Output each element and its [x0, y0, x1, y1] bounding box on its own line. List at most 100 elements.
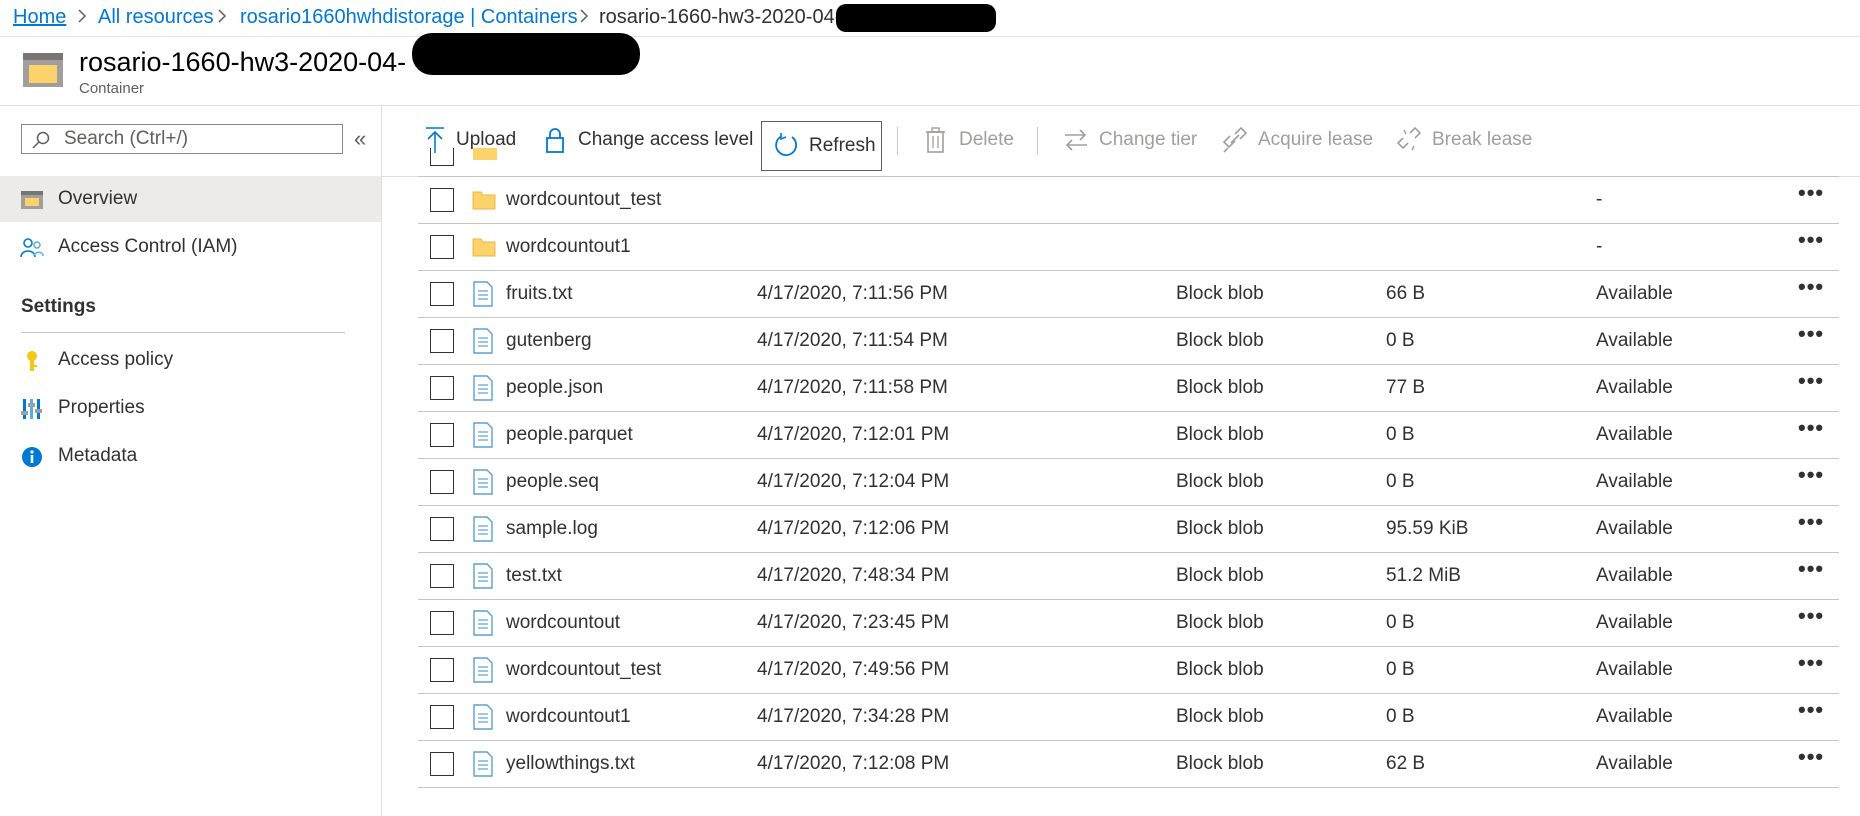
- blob-size: 77 B: [1386, 377, 1426, 398]
- row-checkbox[interactable]: [430, 376, 454, 400]
- lock-icon: [542, 126, 568, 154]
- breadcrumb-all-resources-link[interactable]: All resources: [98, 6, 214, 29]
- more-options-button[interactable]: •••: [1798, 274, 1824, 300]
- blob-name[interactable]: wordcountout: [506, 612, 620, 634]
- row-checkbox[interactable]: [430, 705, 454, 729]
- table-row[interactable]: wordcountout_test 4/17/2020, 7:49:56 PM Bl…: [418, 647, 1839, 694]
- blob-name[interactable]: sample.log: [506, 518, 598, 540]
- sidebar-item-label: Metadata: [58, 445, 138, 466]
- row-checkbox[interactable]: [430, 611, 454, 635]
- table-row[interactable]: sample.log 4/17/2020, 7:12:06 PM Block blo…: [418, 506, 1839, 553]
- breadcrumb-storage-link[interactable]: rosario1660hwhdistorage | Containers: [240, 6, 578, 29]
- table-row[interactable]: fruits.txt 4/17/2020, 7:11:56 PM Block blo…: [418, 271, 1839, 318]
- more-options-button[interactable]: •••: [1798, 227, 1824, 253]
- table-row[interactable]: people.json 4/17/2020, 7:11:58 PM Block bl…: [418, 365, 1839, 412]
- table-row[interactable]: wordcountout_test - •••: [418, 177, 1839, 224]
- swap-icon: [1063, 126, 1089, 154]
- sidebar-item-access-policy[interactable]: Access policy: [0, 337, 381, 383]
- more-options-button[interactable]: •••: [1798, 462, 1824, 488]
- row-checkbox[interactable]: [430, 517, 454, 541]
- table-row[interactable]: people.parquet 4/17/2020, 7:12:01 PM Block…: [418, 412, 1839, 459]
- access-tier: -: [1596, 236, 1603, 257]
- table-row[interactable]: gutenberg 4/17/2020, 7:11:54 PM Block blob…: [418, 318, 1839, 365]
- more-options-button[interactable]: •••: [1798, 603, 1824, 629]
- more-options-button[interactable]: •••: [1798, 321, 1824, 347]
- row-checkbox[interactable]: [430, 148, 454, 166]
- more-options-button[interactable]: •••: [1798, 509, 1824, 535]
- search-icon: [32, 131, 50, 149]
- sidebar-item-metadata[interactable]: Metadata: [0, 433, 381, 479]
- change-tier-button[interactable]: Change tier: [1063, 122, 1203, 158]
- blob-name[interactable]: wordcountout1: [506, 236, 631, 258]
- modified-date: 4/17/2020, 7:12:08 PM: [757, 753, 950, 774]
- modified-date: 4/17/2020, 7:12:06 PM: [757, 518, 950, 539]
- table-row[interactable]: people.seq 4/17/2020, 7:12:04 PM Block blo…: [418, 459, 1839, 506]
- blob-name[interactable]: test.txt: [506, 565, 562, 587]
- row-checkbox[interactable]: [430, 235, 454, 259]
- sidebar-item-access-control[interactable]: Access Control (IAM): [0, 224, 381, 270]
- row-checkbox[interactable]: [430, 188, 454, 212]
- more-options-button[interactable]: •••: [1798, 697, 1824, 723]
- row-checkbox[interactable]: [430, 423, 454, 447]
- blob-name[interactable]: wordcountout1: [506, 706, 631, 728]
- people-icon: [20, 237, 44, 259]
- blob-name[interactable]: people.json: [506, 377, 603, 399]
- table-row[interactable]: wordcountout1 - •••: [418, 224, 1839, 271]
- breadcrumb-home-link[interactable]: Home: [13, 6, 66, 29]
- blob-name[interactable]: wordcountout_test: [506, 189, 661, 211]
- modified-date: 4/17/2020, 7:23:45 PM: [757, 612, 950, 633]
- page-title: rosario-1660-hw3-2020-04-: [79, 47, 407, 77]
- blob-name[interactable]: people.parquet: [506, 424, 633, 446]
- change-access-level-button[interactable]: Change access level: [542, 122, 757, 158]
- more-options-button[interactable]: •••: [1798, 415, 1824, 441]
- more-options-button[interactable]: •••: [1798, 368, 1824, 394]
- search-box[interactable]: [21, 124, 343, 154]
- row-checkbox[interactable]: [430, 564, 454, 588]
- redaction-block: [412, 33, 640, 75]
- access-tier: Available: [1596, 706, 1673, 727]
- resource-header: rosario-1660-hw3-2020-04- Container: [0, 33, 1860, 106]
- blob-size: 51.2 MiB: [1386, 565, 1461, 586]
- row-checkbox[interactable]: [430, 282, 454, 306]
- more-options-button[interactable]: •••: [1798, 556, 1824, 582]
- more-options-button[interactable]: •••: [1798, 180, 1824, 206]
- row-checkbox[interactable]: [430, 752, 454, 776]
- properties-icon: [20, 398, 44, 420]
- search-input[interactable]: [64, 128, 334, 150]
- more-options-button[interactable]: •••: [1798, 650, 1824, 676]
- more-options-button[interactable]: •••: [1798, 744, 1824, 770]
- file-icon: [472, 422, 496, 448]
- blob-type: Block blob: [1176, 612, 1264, 633]
- modified-date: 4/17/2020, 7:11:58 PM: [757, 377, 948, 398]
- blob-name[interactable]: people.seq: [506, 471, 599, 493]
- row-checkbox[interactable]: [430, 658, 454, 682]
- blob-name[interactable]: gutenberg: [506, 330, 592, 352]
- access-tier: Available: [1596, 283, 1673, 304]
- table-row[interactable]: wordcountout1 4/17/2020, 7:34:28 PM Block …: [418, 694, 1839, 741]
- row-checkbox[interactable]: [430, 470, 454, 494]
- table-row[interactable]: yellowthings.txt 4/17/2020, 7:12:08 PM Blo…: [418, 741, 1839, 788]
- blob-type: Block blob: [1176, 706, 1264, 727]
- blob-name[interactable]: wordcountout_test: [506, 659, 661, 681]
- break-lease-button[interactable]: Break lease: [1396, 122, 1536, 158]
- acquire-lease-button[interactable]: Acquire lease: [1222, 122, 1373, 158]
- blob-name[interactable]: fruits.txt: [506, 283, 573, 305]
- access-tier: Available: [1596, 565, 1673, 586]
- sidebar-item-properties[interactable]: Properties: [0, 385, 381, 431]
- table-row[interactable]: test.txt 4/17/2020, 7:48:34 PM Block blob 5…: [418, 553, 1839, 600]
- blob-type: Block blob: [1176, 518, 1264, 539]
- collapse-sidebar-button[interactable]: «: [354, 126, 366, 152]
- chevron-right-icon: [577, 8, 591, 24]
- modified-date: 4/17/2020, 7:11:56 PM: [757, 283, 948, 304]
- modified-date: 4/17/2020, 7:12:01 PM: [757, 424, 950, 445]
- folder-icon: [472, 187, 496, 213]
- blob-name[interactable]: yellowthings.txt: [506, 753, 635, 775]
- blob-type: Block blob: [1176, 330, 1264, 351]
- table-row[interactable]: wordcountout 4/17/2020, 7:23:45 PM Block b…: [418, 600, 1839, 647]
- row-checkbox[interactable]: [430, 329, 454, 353]
- modified-date: 4/17/2020, 7:49:56 PM: [757, 659, 950, 680]
- refresh-button[interactable]: Refresh: [761, 121, 882, 171]
- sidebar-item-overview[interactable]: Overview: [0, 176, 381, 222]
- delete-button[interactable]: Delete: [923, 122, 1023, 158]
- sidebar-item-label: Properties: [58, 397, 145, 418]
